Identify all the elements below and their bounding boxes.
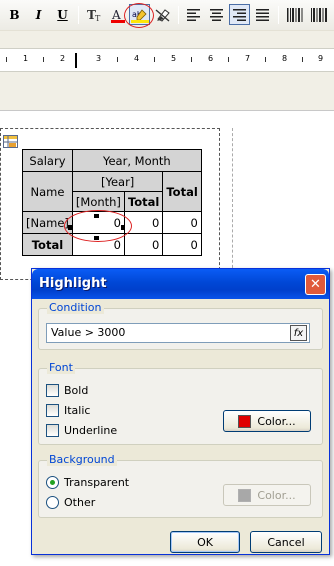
highlight-dialog: Highlight ✕ Condition Value > 3000 fx Fo… xyxy=(31,268,330,555)
close-icon: ✕ xyxy=(310,277,321,292)
svg-text:T: T xyxy=(95,14,101,23)
crosstab-cell-value[interactable]: 0 xyxy=(162,233,202,256)
italic-label: I xyxy=(35,7,42,22)
background-group-title: Background xyxy=(47,453,117,466)
ruler-tick xyxy=(265,57,266,62)
dialog-titlebar[interactable]: Highlight ✕ xyxy=(32,269,329,299)
bold-checkbox[interactable] xyxy=(46,384,59,397)
italic-button[interactable]: I xyxy=(28,4,49,25)
expression-editor-button[interactable]: fx xyxy=(290,325,307,341)
ruler-label-2: 2 xyxy=(60,54,66,63)
font-group-title: Font xyxy=(47,361,75,374)
align-center-icon[interactable] xyxy=(206,4,227,25)
dialog-title: Highlight xyxy=(39,276,107,291)
font-color-button-label: Color... xyxy=(257,414,296,428)
condition-expression: Value > 3000 xyxy=(51,326,126,339)
ruler-label-9: 9 xyxy=(318,54,324,63)
ruler-label-3: 3 xyxy=(96,54,102,63)
condition-group-title: Condition xyxy=(47,301,104,314)
font-color-button[interactable]: Color... xyxy=(223,410,311,432)
font-color-swatch xyxy=(238,414,252,428)
crosstab-icon[interactable] xyxy=(3,135,18,148)
align-left-icon[interactable] xyxy=(183,4,204,25)
other-radio-label: Other xyxy=(64,496,96,509)
ruler-label-7: 7 xyxy=(245,54,251,63)
transparent-radio[interactable] xyxy=(46,476,59,489)
ok-button[interactable]: OK xyxy=(170,531,240,553)
annotation-ellipse-cell xyxy=(64,210,132,242)
italic-checkbox-row[interactable]: Italic xyxy=(46,404,90,417)
ruler-tick xyxy=(228,57,229,62)
ruler-tick xyxy=(117,57,118,62)
toolbar-separator xyxy=(178,6,179,24)
fx-icon: fx xyxy=(293,327,304,339)
ok-button-label: OK xyxy=(197,535,213,549)
ruler-cursor xyxy=(75,53,77,68)
ruler-label-8: 8 xyxy=(282,54,288,63)
ruler-label-5: 5 xyxy=(171,54,177,63)
bold-checkbox-row[interactable]: Bold xyxy=(46,384,88,397)
crosstab-cell-year[interactable]: [Year] xyxy=(71,171,164,192)
crosstab-cell-salary[interactable]: Salary xyxy=(22,149,73,172)
bold-checkbox-label: Bold xyxy=(64,384,89,397)
toolbar-strip xyxy=(0,30,334,48)
ruler-label-6: 6 xyxy=(208,54,214,63)
page-edge xyxy=(0,110,334,111)
background-group: Background Transparent Other Color... xyxy=(38,453,323,518)
background-color-button[interactable]: Color... xyxy=(223,484,311,506)
toolbar-separator xyxy=(278,6,279,24)
ruler-tick xyxy=(6,57,7,62)
ruler-tick xyxy=(43,57,44,62)
toolbar-separator xyxy=(78,6,79,24)
transparent-radio-row[interactable]: Transparent xyxy=(46,476,129,489)
ruler-tick xyxy=(154,57,155,62)
italic-checkbox-label: Italic xyxy=(64,404,91,417)
crosstab-cell-value[interactable]: 0 xyxy=(123,233,164,256)
background-color-button-label: Color... xyxy=(257,488,296,502)
page-margin-line xyxy=(232,128,233,278)
ruler-label-1: 1 xyxy=(23,54,29,63)
font-size-icon[interactable]: TT xyxy=(84,4,105,25)
ruler-gutter xyxy=(0,72,334,110)
background-color-swatch xyxy=(238,488,252,502)
crosstab-cell-total-header[interactable]: Total xyxy=(123,191,164,212)
svg-text:A: A xyxy=(111,8,121,22)
ruler-label-4: 4 xyxy=(134,54,140,63)
condition-input[interactable]: Value > 3000 fx xyxy=(46,323,310,343)
other-radio-row[interactable]: Other xyxy=(46,496,95,509)
barcode-alt-icon[interactable] xyxy=(308,4,329,25)
justify-icon[interactable] xyxy=(252,4,273,25)
crosstab-cell-total-row[interactable]: Total xyxy=(22,233,73,256)
underline-checkbox-label: Underline xyxy=(64,424,118,437)
other-radio[interactable] xyxy=(46,496,59,509)
italic-checkbox[interactable] xyxy=(46,404,59,417)
underline-button[interactable]: U xyxy=(52,4,73,25)
close-button[interactable]: ✕ xyxy=(305,274,326,295)
horizontal-ruler: 1 2 3 4 5 6 7 8 9 xyxy=(0,48,334,72)
transparent-radio-label: Transparent xyxy=(64,476,130,489)
barcode-icon[interactable] xyxy=(284,4,305,25)
ruler-tick xyxy=(302,57,303,62)
cancel-button-label: Cancel xyxy=(267,535,305,549)
font-group: Font Bold Italic Underline Color... xyxy=(38,361,323,445)
cancel-button[interactable]: Cancel xyxy=(250,531,322,553)
bold-button[interactable]: B xyxy=(4,4,25,25)
crosstab-cell-month[interactable]: [Month] xyxy=(71,191,125,212)
clear-format-icon[interactable] xyxy=(152,4,173,25)
crosstab-cell-name-header[interactable]: Name xyxy=(22,171,73,212)
underline-label: U xyxy=(57,7,68,22)
underline-checkbox-row[interactable]: Underline xyxy=(46,424,117,437)
crosstab-cell-grand-total-header[interactable]: Total xyxy=(162,171,202,212)
formatting-toolbar: B I U TT A ab xyxy=(0,0,334,30)
crosstab-cell-year-month[interactable]: Year, Month xyxy=(71,149,202,172)
condition-group: Condition Value > 3000 fx xyxy=(38,301,323,350)
align-right-icon[interactable] xyxy=(229,4,250,25)
ruler-tick xyxy=(191,57,192,62)
underline-checkbox[interactable] xyxy=(46,424,59,437)
bold-label: B xyxy=(9,7,20,22)
crosstab-cell-value[interactable]: 0 xyxy=(162,211,202,234)
annotation-ellipse-toolbar xyxy=(124,3,154,28)
